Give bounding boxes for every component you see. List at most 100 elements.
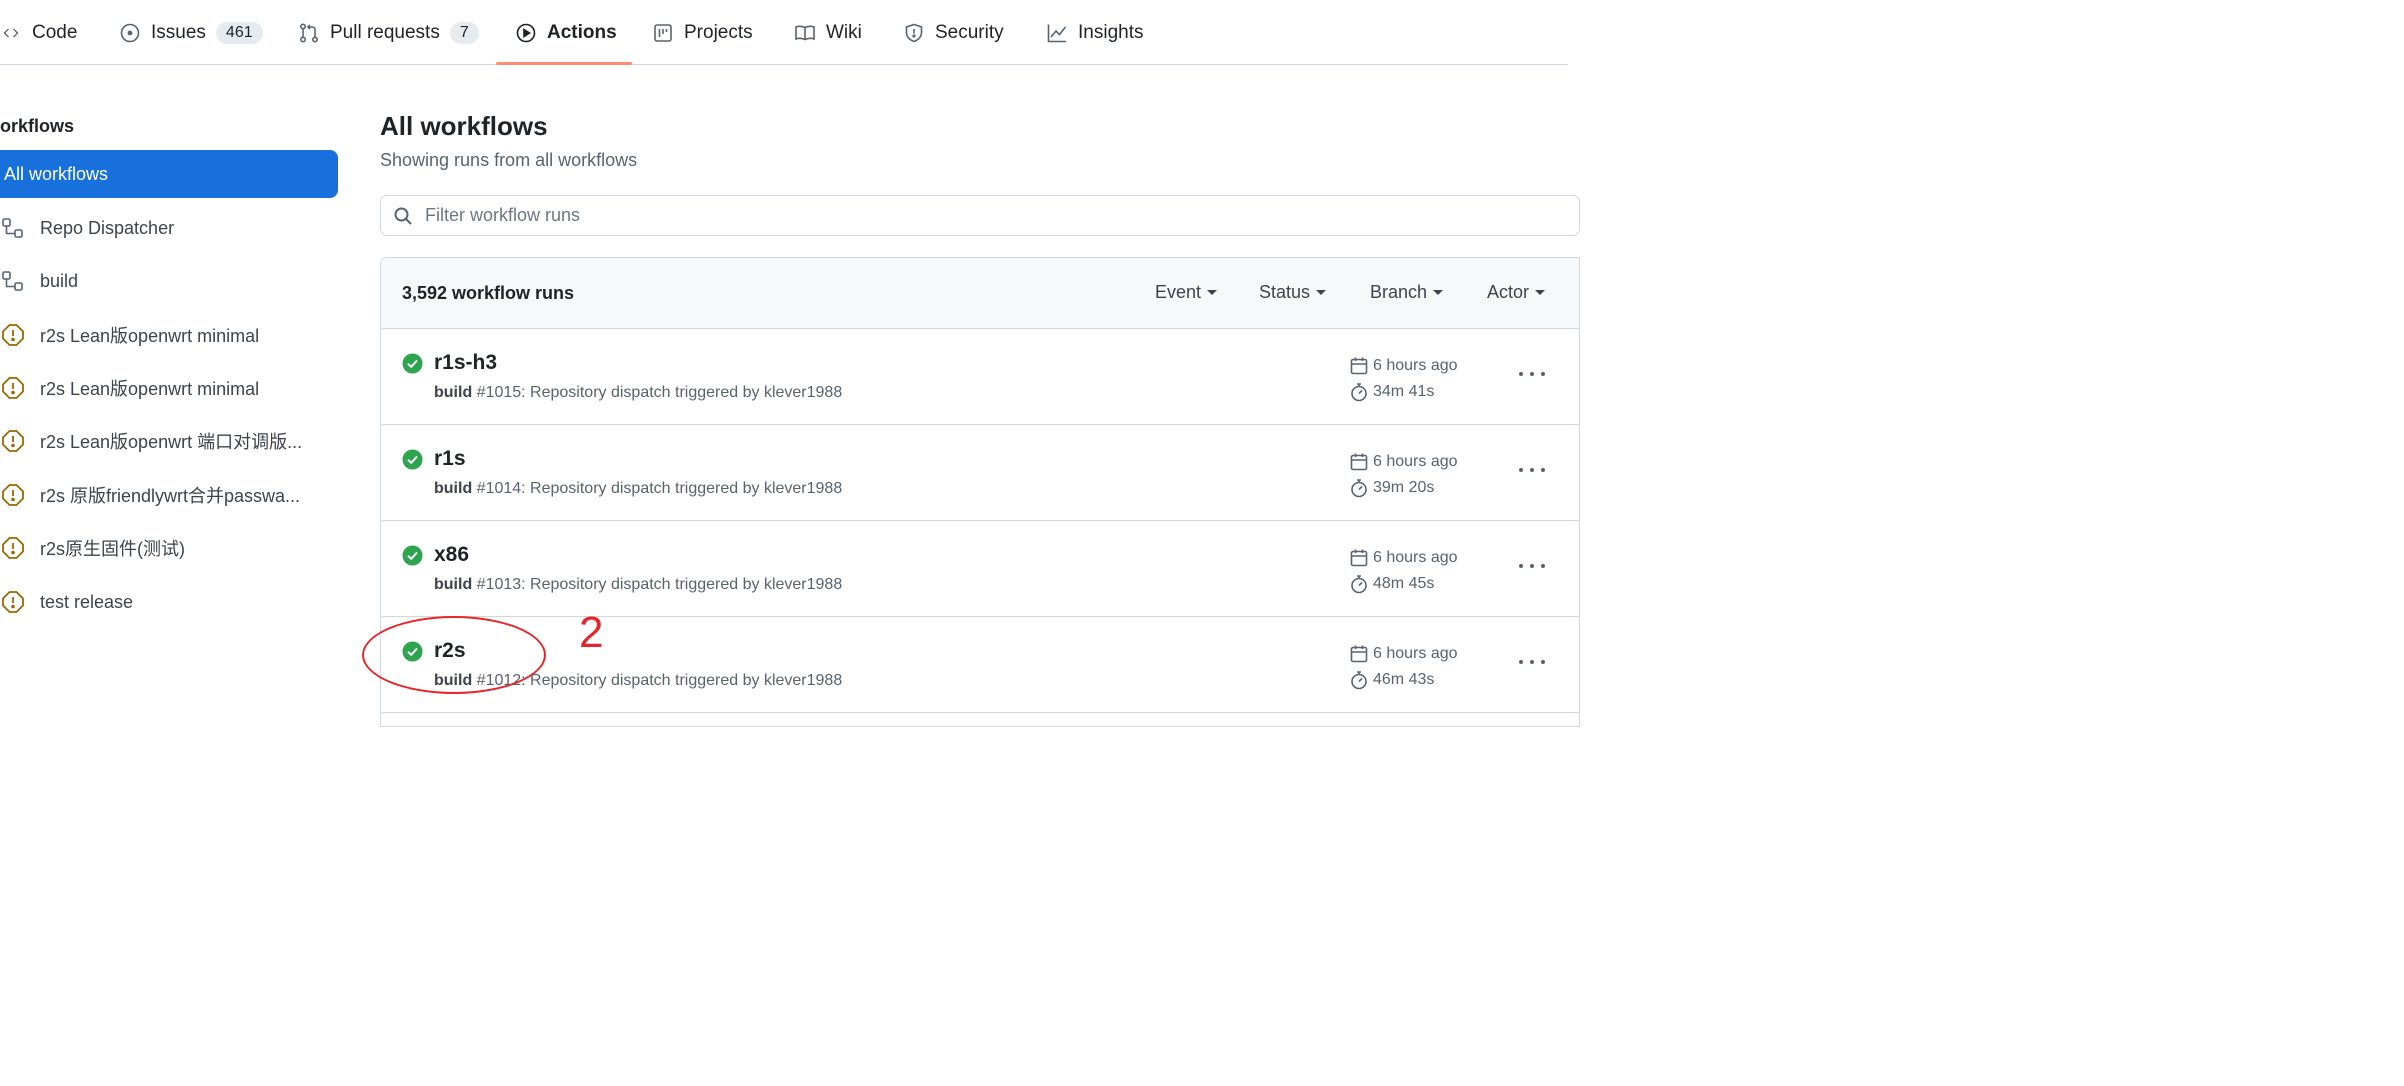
event-filter-dropdown[interactable]: Event [1155, 282, 1218, 303]
status-filter-label: Status [1259, 282, 1311, 302]
tab-insights[interactable]: Insights [1046, 0, 1143, 65]
tab-issues-label: Issues [151, 21, 206, 43]
tab-security[interactable]: Security [903, 0, 1004, 65]
sidebar-heading: orkflows [0, 116, 75, 136]
annotation-circle [362, 616, 546, 694]
sidebar-item-repo-dispatcher[interactable]: Repo Dispatcher [0, 208, 338, 248]
play-icon [515, 22, 537, 44]
kebab-menu-icon[interactable] [1519, 555, 1545, 577]
event-filter-label: Event [1155, 282, 1202, 302]
run-time: 6 hours ago [1349, 644, 1458, 664]
tab-projects-label: Projects [684, 21, 753, 43]
calendar-icon [1350, 357, 1368, 375]
actor-filter-dropdown[interactable]: Actor [1487, 282, 1546, 303]
alert-icon [0, 590, 30, 614]
run-title[interactable]: r1s-h3 [434, 351, 497, 375]
caret-down-icon [1535, 290, 1546, 295]
tab-code-label: Code [32, 21, 78, 43]
sidebar-item-label: r2s Lean版openwrt minimal [40, 326, 260, 346]
workflow-run-row[interactable]: r1s build #1014: Repository dispatch tri… [381, 425, 1579, 521]
branch-filter-label: Branch [1370, 282, 1428, 302]
tab-actions[interactable]: Actions [515, 0, 617, 65]
pull-requests-count-badge: 7 [449, 21, 479, 44]
stopwatch-icon [1351, 383, 1367, 402]
tab-pull-requests-label: Pull requests [330, 21, 440, 43]
sidebar-item-test-release[interactable]: test release [0, 582, 338, 622]
filter-workflow-runs[interactable] [380, 195, 1580, 236]
issues-count-badge: 461 [215, 21, 263, 44]
check-circle-icon [402, 545, 423, 566]
sidebar-item-r2s-friendlywrt[interactable]: r2s 原版friendlywrt合并passwa... [0, 475, 338, 515]
check-circle-icon [402, 353, 423, 374]
sidebar-item-r2s-lean-minimal-2[interactable]: r2s Lean版openwrt minimal [0, 368, 338, 408]
run-title[interactable]: x86 [434, 543, 469, 567]
page-title: All workflows [380, 111, 548, 141]
page-subtitle: Showing runs from all workflows [380, 150, 638, 170]
run-trigger-text: #1014: Repository dispatch triggered by … [472, 480, 843, 497]
issue-icon [119, 22, 141, 44]
sidebar-item-build[interactable]: build [0, 261, 338, 301]
alert-icon [0, 376, 30, 400]
tab-insights-label: Insights [1078, 21, 1144, 43]
sidebar-item-r2s-lean-minimal[interactable]: r2s Lean版openwrt minimal [0, 315, 338, 355]
actor-filter-label: Actor [1487, 282, 1530, 302]
tab-security-label: Security [935, 21, 1004, 43]
sidebar-item-all-workflows[interactable]: All workflows [0, 150, 338, 198]
run-workflow-name: build [434, 480, 473, 497]
alert-icon [0, 483, 30, 507]
sidebar-item-label: r2s原生固件(测试) [40, 539, 185, 559]
tab-wiki[interactable]: Wiki [794, 0, 862, 65]
sidebar-item-r2s-native-test[interactable]: r2s原生固件(测试) [0, 528, 338, 568]
status-filter-dropdown[interactable]: Status [1259, 282, 1327, 303]
tab-wiki-label: Wiki [826, 21, 862, 43]
stopwatch-icon [1351, 479, 1367, 498]
sidebar-item-label: build [40, 270, 79, 291]
workflow-run-row[interactable]: r2s build #1012: Repository dispatch tri… [381, 617, 1579, 713]
sidebar-item-label: r2s Lean版openwrt minimal [40, 379, 260, 399]
tab-issues[interactable]: Issues 461 [119, 0, 263, 65]
filter-input[interactable] [425, 205, 1325, 226]
run-duration-text: 39m 20s [1373, 479, 1435, 496]
caret-down-icon [1316, 290, 1327, 295]
sidebar-item-r2s-lean-port-swap[interactable]: r2s Lean版openwrt 端口对调版... [0, 421, 338, 461]
run-duration-text: 48m 45s [1373, 575, 1435, 592]
run-duration: 46m 43s [1349, 670, 1434, 690]
run-title[interactable]: r1s [434, 447, 466, 471]
tab-pull-requests[interactable]: Pull requests 7 [298, 0, 479, 65]
workflow-run-row[interactable]: r1s-h3 build #1015: Repository dispatch … [381, 329, 1579, 425]
project-icon [652, 22, 674, 44]
graph-icon [1046, 22, 1068, 44]
workflow-runs-list: 3,592 workflow runs Event Status Branch … [380, 257, 1580, 727]
kebab-menu-icon[interactable] [1519, 651, 1545, 673]
run-description: build #1015: Repository dispatch trigger… [434, 384, 842, 402]
book-icon [794, 22, 816, 44]
run-time-text: 6 hours ago [1373, 645, 1458, 662]
run-duration-text: 34m 41s [1373, 383, 1435, 400]
run-time-text: 6 hours ago [1373, 453, 1458, 470]
runs-count: 3,592 workflow runs [402, 283, 575, 303]
run-workflow-name: build [434, 576, 473, 593]
workflow-icon [0, 269, 30, 293]
calendar-icon [1350, 645, 1368, 663]
repo-nav: Code Issues 461 Pull requests 7 Actions … [0, 0, 1568, 65]
active-tab-indicator [496, 62, 632, 65]
run-workflow-name: build [434, 384, 473, 401]
run-description: build #1014: Repository dispatch trigger… [434, 480, 842, 498]
alert-icon [0, 323, 30, 347]
kebab-menu-icon[interactable] [1519, 459, 1545, 481]
workflow-run-row[interactable]: x86 build #1013: Repository dispatch tri… [381, 521, 1579, 617]
search-icon [394, 207, 412, 225]
kebab-menu-icon[interactable] [1519, 363, 1545, 385]
code-icon [2, 22, 20, 44]
calendar-icon [1350, 453, 1368, 471]
check-circle-icon [402, 449, 423, 470]
branch-filter-dropdown[interactable]: Branch [1370, 282, 1444, 303]
sidebar-item-label: All workflows [4, 163, 109, 184]
alert-icon [0, 429, 30, 453]
tab-actions-label: Actions [547, 21, 617, 43]
run-time: 6 hours ago [1349, 548, 1458, 568]
run-duration-text: 46m 43s [1373, 671, 1435, 688]
run-duration: 34m 41s [1349, 382, 1434, 402]
tab-projects[interactable]: Projects [652, 0, 753, 65]
tab-code[interactable]: Code [2, 0, 77, 65]
